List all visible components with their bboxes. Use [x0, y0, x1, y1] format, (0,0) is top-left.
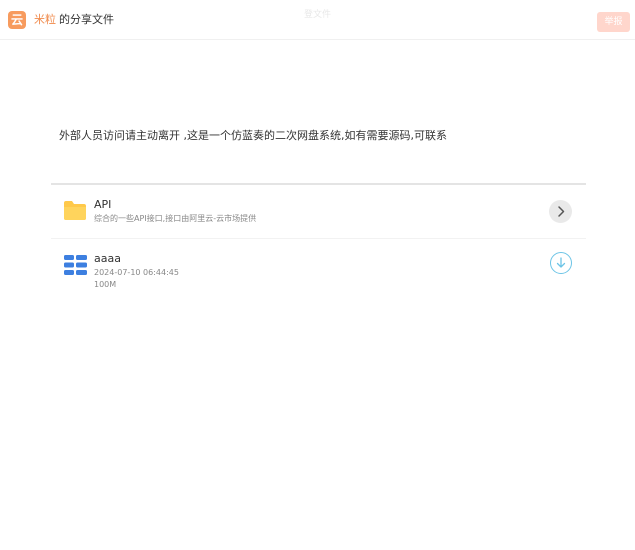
file-name: aaaa: [94, 252, 121, 265]
open-folder-button[interactable]: [549, 200, 572, 223]
chevron-right-icon: [558, 206, 565, 217]
list-item-folder[interactable]: API 综合的一些API接口,接口由阿里云-云市场提供: [51, 185, 586, 239]
folder-description: 综合的一些API接口,接口由阿里云-云市场提供: [94, 214, 257, 223]
report-button[interactable]: 举报: [597, 12, 630, 32]
top-header: 云 米粒 的分享文件 登文件 举报: [0, 0, 635, 40]
download-icon: [556, 257, 566, 268]
download-button[interactable]: [550, 252, 572, 274]
folder-icon: [64, 201, 86, 220]
share-page: 云 米粒 的分享文件 登文件 举报 外部人员访问请主动离开 ,这是一个仿蓝奏的二…: [0, 0, 635, 550]
archive-file-icon: [64, 255, 87, 275]
share-notice: 外部人员访问请主动离开 ,这是一个仿蓝奏的二次网盘系统,如有需要源码,可联系: [59, 129, 447, 142]
file-date: 2024-07-10 06:44:45: [94, 268, 179, 277]
list-item-file[interactable]: aaaa 2024-07-10 06:44:45 100M: [51, 239, 586, 294]
file-size: 100M: [94, 280, 117, 289]
file-list: API 综合的一些API接口,接口由阿里云-云市场提供 aaaa 2024-07…: [51, 183, 586, 294]
header-center-text: 登文件: [303, 10, 331, 20]
folder-name: API: [94, 198, 112, 211]
